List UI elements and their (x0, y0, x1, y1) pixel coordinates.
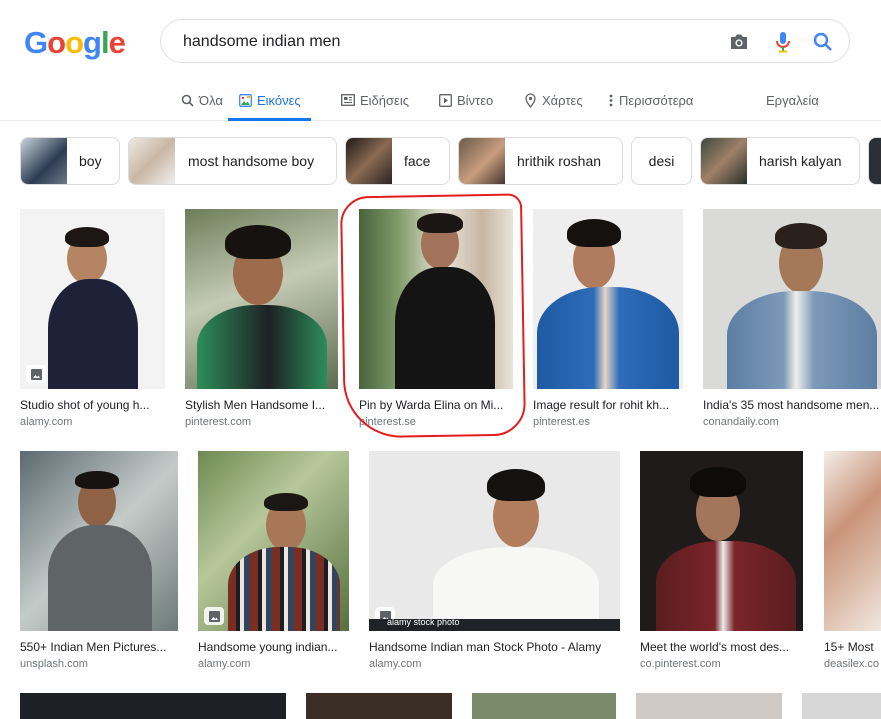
chip-thumbnail (701, 138, 747, 184)
chip-label: boy (79, 153, 102, 169)
tools-label: Εργαλεία (766, 92, 819, 108)
result-caption[interactable]: Handsome Indian man Stock Photo - Alamy (369, 640, 620, 654)
chip-thumbnail (459, 138, 505, 184)
watermark-text: alamy stock photo (387, 617, 460, 627)
result-thumbnail[interactable]: alamy stock photo (369, 451, 620, 631)
result-caption[interactable]: 15+ Most (824, 640, 881, 654)
result-source: deasilex.co (824, 658, 880, 670)
result-caption[interactable]: Handsome young indian... (198, 640, 349, 654)
more-vert-icon (608, 93, 614, 107)
chip-harish-kalyan[interactable]: harish kalyan (700, 137, 860, 185)
logo-letter: l (100, 25, 110, 60)
tab-label: Εικόνες (257, 92, 301, 108)
chip-thumbnail (21, 138, 67, 184)
chip-label: harish kalyan (759, 153, 842, 169)
chip-label: hrithik roshan (517, 153, 602, 169)
search-icon[interactable] (811, 30, 835, 54)
result-card[interactable]: Studio shot of young h... alamy.com (20, 209, 165, 428)
result-caption[interactable]: Stylish Men Handsome I... (185, 398, 338, 412)
result-card[interactable]: Meet the world's most des... co.pinteres… (640, 451, 803, 670)
google-logo[interactable]: Google (24, 25, 126, 61)
image-icon (204, 607, 224, 625)
result-source: conandaily.com (703, 416, 779, 428)
logo-letter: g (83, 25, 102, 60)
chip-face[interactable]: face (345, 137, 450, 185)
chip-most-handsome-boy[interactable]: most handsome boy (128, 137, 337, 185)
search-box (160, 19, 850, 63)
result-thumbnail[interactable] (20, 693, 286, 719)
result-thumbnail[interactable] (640, 451, 803, 631)
chip-thumbnail (346, 138, 392, 184)
result-source: co.pinterest.com (640, 658, 721, 670)
result-thumbnail[interactable] (20, 209, 165, 389)
chip-thumbnail (129, 138, 175, 184)
play-icon (438, 93, 452, 107)
tab-label: Βίντεο (457, 92, 494, 108)
logo-letter: o (47, 25, 66, 60)
tab-label: Όλα (199, 92, 223, 108)
result-thumbnail[interactable] (472, 693, 616, 719)
search-icon (180, 93, 194, 107)
highlight-circle (339, 193, 527, 439)
chip-thumbnail (869, 138, 881, 184)
result-thumbnail[interactable] (824, 451, 881, 631)
search-tabs: Όλα Εικόνες Ειδήσεις Βίντεο Χάρτες Περισ… (0, 80, 881, 121)
result-source: alamy.com (198, 658, 251, 670)
tab-videos[interactable]: Βίντεο (438, 80, 493, 120)
result-thumbnail[interactable] (306, 693, 452, 719)
chip-next-partial[interactable] (868, 137, 881, 185)
logo-letter: o (65, 25, 84, 60)
result-source: alamy.com (20, 416, 73, 428)
result-card[interactable]: Handsome young indian... alamy.com (198, 451, 349, 670)
result-caption[interactable]: India's 35 most handsome men... (703, 398, 881, 412)
image-icon (238, 93, 252, 107)
result-thumbnail[interactable] (802, 693, 881, 719)
result-thumbnail[interactable] (20, 451, 178, 631)
logo-letter: e (108, 25, 126, 60)
result-source: alamy.com (369, 658, 422, 670)
chip-label: desi (648, 153, 675, 169)
result-caption[interactable]: Meet the world's most des... (640, 640, 803, 654)
microphone-icon[interactable] (771, 30, 795, 54)
tab-maps[interactable]: Χάρτες (523, 80, 583, 120)
result-card[interactable]: Image result for rohit kh... pinterest.e… (533, 209, 683, 428)
tab-more[interactable]: Περισσότερα (608, 80, 693, 120)
result-card[interactable]: alamy stock photo Handsome Indian man St… (369, 451, 620, 670)
map-pin-icon (523, 92, 537, 108)
result-thumbnail[interactable] (636, 693, 782, 719)
image-icon (26, 365, 46, 383)
result-source: pinterest.com (185, 416, 252, 428)
chip-hrithik-roshan[interactable]: hrithik roshan (458, 137, 623, 185)
result-thumbnail[interactable] (533, 209, 683, 389)
result-card[interactable]: India's 35 most handsome men... conandai… (703, 209, 881, 428)
result-source: unsplash.com (20, 658, 88, 670)
tab-label: Χάρτες (542, 92, 583, 108)
tab-label: Ειδήσεις (360, 92, 409, 108)
result-source: pinterest.es (533, 416, 590, 428)
camera-icon[interactable] (727, 30, 751, 54)
tab-news[interactable]: Ειδήσεις (341, 80, 409, 120)
result-card[interactable]: Stylish Men Handsome I... pinterest.com (185, 209, 338, 428)
chip-boy[interactable]: boy (20, 137, 120, 185)
result-caption[interactable]: Image result for rohit kh... (533, 398, 683, 412)
result-thumbnail[interactable] (198, 451, 349, 631)
logo-letter: G (24, 25, 48, 60)
chip-label: most handsome boy (188, 153, 315, 169)
result-thumbnail[interactable] (185, 209, 338, 389)
result-caption[interactable]: Studio shot of young h... (20, 398, 165, 412)
tab-images[interactable]: Εικόνες (228, 80, 311, 121)
news-icon (341, 93, 355, 107)
tools-button[interactable]: Εργαλεία (766, 80, 819, 120)
search-input[interactable] (181, 29, 705, 55)
chip-desi[interactable]: desi (631, 137, 692, 185)
tab-label: Περισσότερα (619, 92, 694, 108)
tab-all[interactable]: Όλα (180, 80, 223, 120)
result-caption[interactable]: 550+ Indian Men Pictures... (20, 640, 178, 654)
result-card[interactable]: 550+ Indian Men Pictures... unsplash.com (20, 451, 178, 670)
chip-label: face (404, 153, 431, 169)
result-thumbnail[interactable] (703, 209, 881, 389)
result-card[interactable]: 15+ Most deasilex.co (824, 451, 881, 670)
